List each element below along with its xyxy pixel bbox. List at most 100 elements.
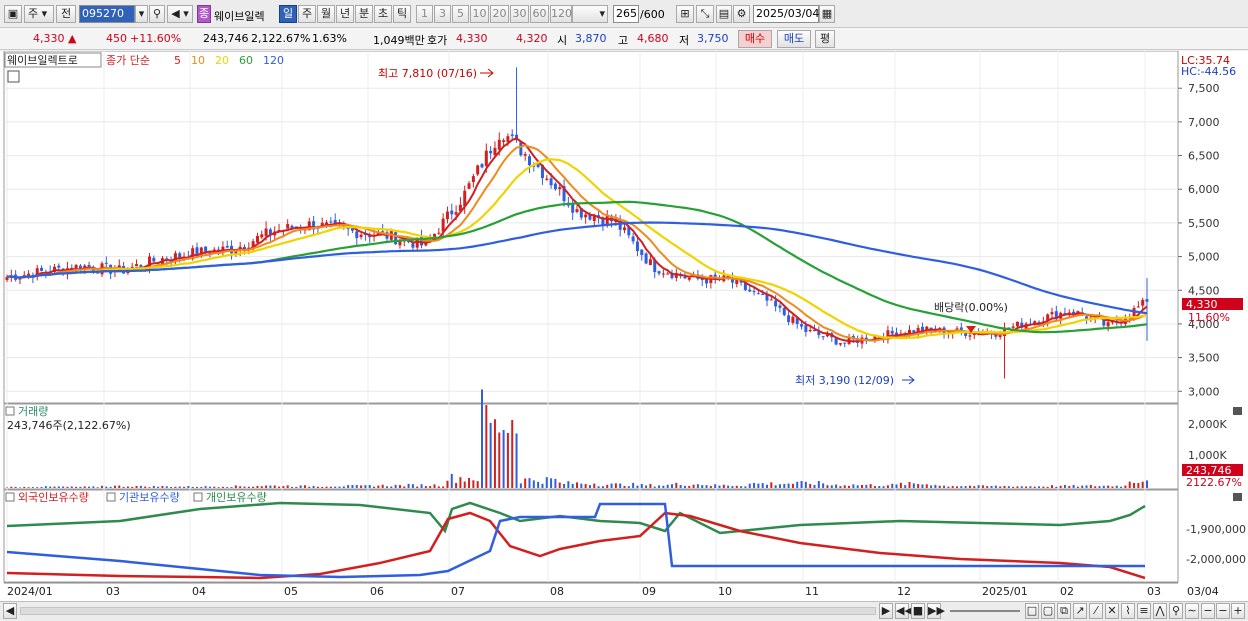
- candle-body-152: [661, 273, 665, 275]
- price-badge-text: 4,330: [1186, 298, 1218, 311]
- candle-body-58: [255, 235, 259, 243]
- zoom-fit-icon[interactable]: □: [1025, 603, 1039, 619]
- volume-bar-133: [580, 483, 583, 488]
- candle-body-125: [545, 178, 549, 180]
- buy-button[interactable]: 매수: [738, 30, 772, 48]
- window-icon[interactable]: ▢: [1041, 603, 1055, 619]
- cursor-icon[interactable]: ↗: [1073, 603, 1087, 619]
- volume-bar-178: [774, 485, 777, 488]
- period-tab-2[interactable]: 월: [317, 5, 335, 23]
- zoom-slider[interactable]: [950, 610, 1020, 612]
- copy-icon[interactable]: ⧉: [1057, 603, 1071, 619]
- period-tab-4[interactable]: 분: [355, 5, 373, 23]
- volume-bar-127: [554, 478, 557, 488]
- indicator-icon[interactable]: ⊞: [676, 5, 694, 23]
- volume-bar-261: [1133, 482, 1136, 488]
- volume-bar-213: [925, 484, 928, 488]
- date-input[interactable]: 2025/03/04: [753, 5, 819, 23]
- period-tab-0[interactable]: 일: [279, 5, 297, 23]
- holding-inst-icon[interactable]: [106, 492, 116, 502]
- stop-icon[interactable]: ■: [911, 603, 925, 619]
- candle-body-223: [968, 335, 972, 337]
- volume-panel[interactable]: [3, 403, 1179, 490]
- minute-tab-10[interactable]: 10: [470, 5, 489, 23]
- holding-foreign-label: 외국인보유수량: [18, 491, 89, 504]
- volume-bar-121: [528, 478, 531, 488]
- cross-tool-icon[interactable]: ✕: [1105, 603, 1119, 619]
- volume-bar-49: [217, 487, 220, 488]
- line-tool-icon[interactable]: ⁄: [1089, 603, 1103, 619]
- stock-chart[interactable]: 7,5007,0006,5006,0005,5005,0004,5004,000…: [0, 50, 1248, 601]
- zoom-out-icon[interactable]: −: [1201, 603, 1215, 619]
- holding-foreign-icon[interactable]: [5, 492, 15, 502]
- volume-bar-109: [476, 481, 479, 488]
- scroll-right-icon[interactable]: ▶: [879, 603, 893, 619]
- calendar-icon[interactable]: ▦: [819, 5, 835, 23]
- minute-tab-1[interactable]: 1: [416, 5, 433, 23]
- candle-body-189: [821, 336, 825, 338]
- volume-close-icon[interactable]: [1233, 407, 1242, 415]
- candle-body-186: [808, 330, 812, 332]
- count-input[interactable]: 265: [613, 5, 639, 23]
- low-price: 3,750: [697, 32, 729, 45]
- volume-bar-120: [524, 478, 527, 488]
- minute-tab-120[interactable]: 120: [550, 5, 572, 23]
- minute-tab-3[interactable]: 3: [434, 5, 451, 23]
- volume-bar-22: [101, 485, 103, 488]
- zoom-out-alt-icon[interactable]: −: [1216, 603, 1230, 619]
- grid-toggle-icon[interactable]: [7, 70, 20, 83]
- volume-bar-208: [904, 485, 907, 488]
- minute-custom-select[interactable]: ▾: [572, 5, 608, 23]
- scroll-left-icon[interactable]: ◀: [3, 603, 17, 619]
- candle-body-193: [838, 343, 842, 345]
- pattern-tool-icon[interactable]: ⋀: [1153, 603, 1167, 619]
- trend-tool-icon[interactable]: ⌇: [1121, 603, 1135, 619]
- forward-icon[interactable]: ▶▶: [927, 603, 945, 619]
- volume-bar-131: [571, 483, 574, 488]
- search-tool-icon[interactable]: ⚲: [1169, 603, 1183, 619]
- volume-bar-197: [856, 485, 859, 488]
- sell-button[interactable]: 매도: [777, 30, 811, 48]
- holdings-close-icon[interactable]: [1233, 493, 1242, 501]
- volume-bar-58: [256, 485, 259, 488]
- minute-tab-5[interactable]: 5: [452, 5, 469, 23]
- x-tick-9: 11: [805, 585, 819, 598]
- period-tab-3[interactable]: 년: [336, 5, 354, 23]
- candle-body-40: [178, 253, 182, 258]
- average-button[interactable]: 평: [815, 30, 835, 48]
- zoom-in-icon[interactable]: +: [1231, 603, 1245, 619]
- speaker-icon[interactable]: ◀ ▾: [167, 5, 193, 23]
- gear-icon[interactable]: ⚙: [733, 5, 750, 23]
- window-menu-icon[interactable]: ▣: [4, 5, 22, 23]
- search-icon[interactable]: ⚲: [149, 5, 165, 23]
- fib-tool-icon[interactable]: ≡: [1137, 603, 1151, 619]
- chart-area[interactable]: 7,500 7,000 6,500 6,000 5,500 5,000 4,500 4,000…: [0, 50, 1248, 601]
- wave-tool-icon[interactable]: ∼: [1185, 603, 1199, 619]
- horizontal-scrollbar[interactable]: [20, 607, 876, 615]
- minute-tab-60[interactable]: 60: [530, 5, 549, 23]
- prev-button[interactable]: 전: [56, 5, 76, 23]
- minute-tab-20[interactable]: 20: [490, 5, 509, 23]
- volume-bar-89: [390, 486, 393, 488]
- volume-panel-icon[interactable]: [5, 406, 15, 416]
- candle-body-115: [502, 140, 506, 143]
- stock-code-input[interactable]: 095270: [79, 5, 135, 23]
- volume-bar-168: [731, 486, 734, 488]
- holding-indiv-icon[interactable]: [193, 492, 203, 502]
- code-dropdown-icon[interactable]: ▾: [135, 5, 148, 23]
- rewind-icon[interactable]: ◀◀: [895, 603, 913, 619]
- market-select[interactable]: 주 ▾: [24, 5, 54, 23]
- volume-bar-134: [584, 484, 587, 488]
- candle-body-148: [644, 253, 648, 264]
- draw-tool-icon[interactable]: ⤡: [696, 5, 714, 23]
- period-tab-1[interactable]: 주: [298, 5, 316, 23]
- period-tab-6[interactable]: 틱: [393, 5, 411, 23]
- candle-body-192: [834, 338, 838, 345]
- candle-body-109: [476, 165, 480, 175]
- volume-bar-189: [822, 483, 825, 488]
- period-tab-5[interactable]: 초: [374, 5, 392, 23]
- volume-bar-169: [735, 485, 738, 488]
- minute-tab-30[interactable]: 30: [510, 5, 529, 23]
- volume-bar-150: [653, 486, 656, 488]
- save-icon[interactable]: ▤: [716, 5, 732, 23]
